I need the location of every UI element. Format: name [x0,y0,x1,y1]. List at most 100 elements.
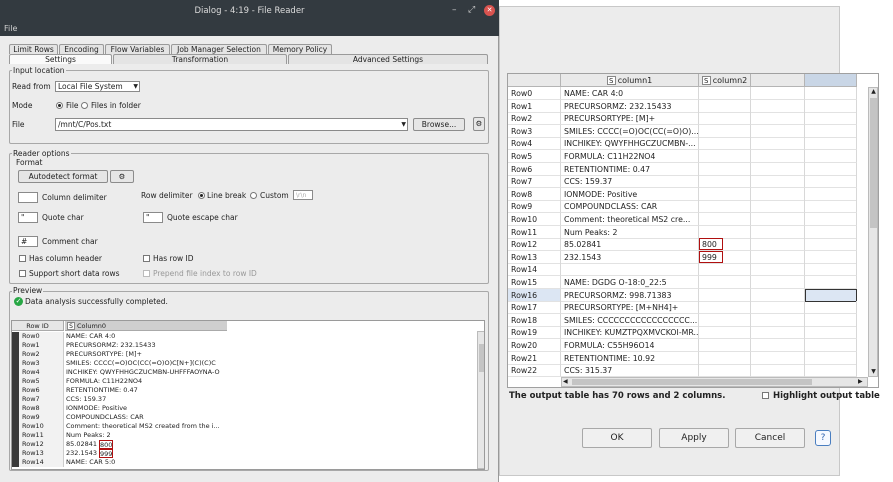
empty-cell[interactable] [751,137,805,151]
output-header-column2[interactable]: Scolumn2 [699,74,751,87]
empty-cell[interactable] [805,364,857,378]
empty-cell[interactable] [751,187,805,201]
quote-char-input[interactable]: " [18,212,38,223]
column1-cell[interactable]: PRECURSORTYPE: [M+NH4]+ [561,301,699,315]
column2-cell[interactable] [699,301,751,315]
output-vscroll-thumb[interactable] [870,98,877,228]
column2-cell[interactable] [699,364,751,378]
table-row[interactable]: Row5 FORMULA: C11H22NO4 [12,377,228,386]
row-id-cell[interactable]: Row13 [508,250,561,264]
scroll-left-icon[interactable]: ◀ [563,378,571,386]
table-row[interactable]: Row10 Comment: theoretical MS2 created fr… [12,422,228,431]
tab-flow-variables[interactable]: Flow Variables [105,44,170,54]
has-column-header-checkbox[interactable] [19,255,26,262]
support-short-rows-checkbox[interactable] [19,270,26,277]
empty-cell[interactable] [751,326,805,340]
scroll-right-icon[interactable]: ▶ [858,378,866,386]
empty-cell[interactable] [751,162,805,176]
row-id-cell[interactable]: Row8 [508,187,561,201]
empty-cell[interactable] [805,200,857,214]
column2-cell[interactable] [699,288,751,302]
empty-cell[interactable] [805,162,857,176]
preview-scrollbar[interactable] [477,331,484,469]
empty-cell[interactable] [751,175,805,189]
row-id-cell[interactable]: Row19 [508,326,561,340]
empty-cell[interactable] [805,263,857,277]
empty-cell[interactable] [805,99,857,113]
empty-cell[interactable] [751,124,805,138]
tab-encoding[interactable]: Encoding [59,44,104,54]
table-row[interactable]: Row11 Num Peaks: 2 [12,431,228,440]
row-id-cell[interactable]: Row7 [508,175,561,189]
output-vertical-scrollbar[interactable]: ▲ ▼ [868,87,878,377]
row-id-cell[interactable]: Row10 [508,213,561,226]
tab-limit-rows[interactable]: Limit Rows [9,44,58,54]
row-id-cell[interactable]: Row12 [508,238,561,252]
row-id-cell[interactable]: Row5 [508,150,561,163]
column1-cell[interactable]: IONMODE: Positive [561,187,699,201]
output-horizontal-scrollbar[interactable]: ◀ ▶ [561,377,868,387]
mode-folder-radio[interactable] [81,102,88,109]
column1-cell[interactable]: FORMULA: C55H96O14 [561,339,699,352]
column2-cell[interactable] [699,124,751,138]
empty-cell[interactable] [805,213,857,226]
row-id-cell[interactable]: Row1 [508,99,561,113]
row-id-cell[interactable]: Row2 [508,112,561,126]
empty-cell[interactable] [805,250,857,264]
empty-cell[interactable] [751,238,805,252]
row-id-cell[interactable]: Row3 [508,124,561,138]
menu-file[interactable]: File [4,24,17,33]
column2-cell[interactable] [699,200,751,214]
column1-cell[interactable]: PRECURSORMZ: 998.71383 [561,288,699,302]
column1-cell[interactable]: PRECURSORMZ: 232.15433 [561,99,699,113]
column1-cell[interactable] [561,263,699,277]
column2-cell[interactable] [699,351,751,365]
empty-cell[interactable] [805,150,857,163]
custom-delimiter-input[interactable]: \r\n [293,190,313,200]
column2-cell[interactable] [699,225,751,239]
column1-cell[interactable]: CCS: 159.37 [561,175,699,189]
empty-cell[interactable] [805,175,857,189]
column2-cell[interactable] [699,187,751,201]
highlight-output-checkbox[interactable] [762,392,769,399]
empty-cell[interactable] [751,351,805,365]
column2-cell[interactable] [699,339,751,352]
column1-cell[interactable]: Comment: theoretical MS2 cre... [561,213,699,226]
column1-cell[interactable]: RETENTIONTIME: 0.47 [561,162,699,176]
column2-cell[interactable] [699,313,751,327]
column1-cell[interactable]: INCHIKEY: QWYFHHGCZUCMBN-... [561,137,699,151]
minimize-icon[interactable]: – [452,5,457,15]
row-id-cell[interactable]: Row22 [508,364,561,378]
row-id-cell[interactable]: Row0 [508,87,561,100]
tab-advanced-settings[interactable]: Advanced Settings [288,54,488,64]
empty-cell[interactable] [805,301,857,315]
prepend-file-index-checkbox[interactable] [143,270,150,277]
column2-cell[interactable] [699,263,751,277]
empty-cell[interactable] [751,112,805,126]
custom-radio[interactable] [250,192,257,199]
column-delimiter-input[interactable] [18,192,38,203]
table-row[interactable]: Row9 COMPOUNDCLASS: CAR [12,413,228,422]
preview-header-rowid[interactable]: Row ID [12,321,64,331]
tab-job-manager-selection[interactable]: Job Manager Selection [171,44,267,54]
empty-cell[interactable] [751,301,805,315]
quote-escape-input[interactable]: " [143,212,163,223]
tab-settings[interactable]: Settings [9,54,112,64]
column2-cell[interactable]: 800 [699,238,751,252]
preview-scroll-thumb[interactable] [479,344,484,372]
row-id-cell[interactable]: Row14 [508,263,561,277]
empty-cell[interactable] [751,150,805,163]
table-row[interactable]: Row6 RETENTIONTIME: 0.47 [12,386,228,395]
row-id-cell[interactable]: Row17 [508,301,561,315]
empty-cell[interactable] [751,250,805,264]
column2-cell[interactable] [699,326,751,340]
table-row[interactable]: Row12 85.02841 800 [12,440,228,449]
preview-header-column0[interactable]: S Column0 [65,321,227,331]
empty-cell[interactable] [805,225,857,239]
row-id-cell[interactable]: Row21 [508,351,561,365]
output-hscroll-thumb[interactable] [572,379,812,385]
read-from-select[interactable]: Local File System ▼ [55,81,140,92]
column2-cell[interactable] [699,99,751,113]
column1-cell[interactable]: 232.1543 [561,250,699,264]
empty-cell[interactable] [805,288,857,302]
